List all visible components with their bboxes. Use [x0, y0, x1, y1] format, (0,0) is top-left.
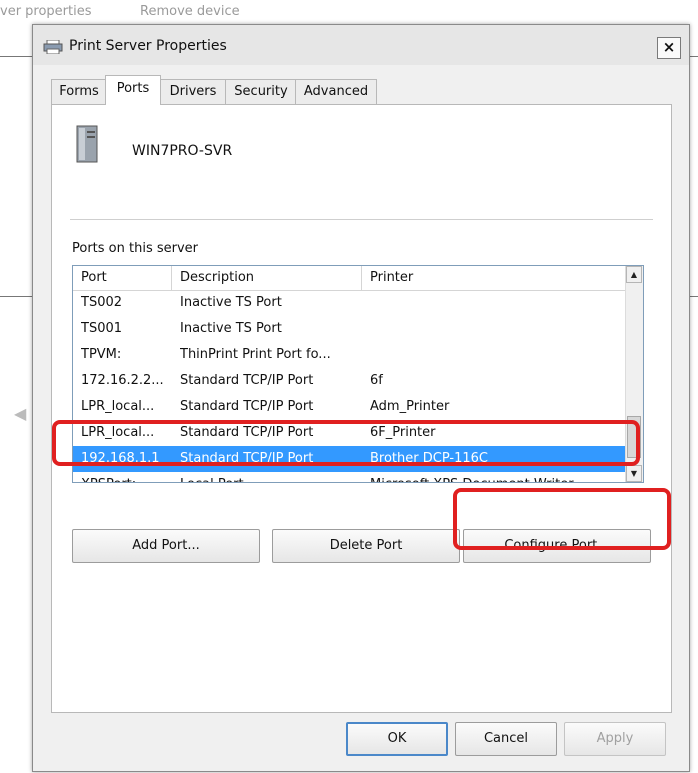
- print-server-properties-dialog: Print Server Properties × Forms Ports Dr…: [32, 24, 690, 772]
- port-row[interactable]: TPVM: ThinPrint Print Port fo...: [73, 342, 625, 368]
- ports-list-header: Port Description Printer: [73, 266, 625, 291]
- port-row[interactable]: LPR_local... Standard TCP/IP Port Adm_Prin…: [73, 394, 625, 420]
- ports-tab-panel: WIN7PRO-SVR Ports on this server Port De…: [51, 104, 672, 713]
- port-row-port: TS002: [81, 295, 123, 310]
- port-row-port: TS001: [81, 321, 123, 336]
- background-menu-item-properties[interactable]: ver properties: [0, 4, 92, 19]
- scroll-down-arrow-icon[interactable]: ▼: [626, 465, 642, 482]
- server-name: WIN7PRO-SVR: [132, 143, 233, 159]
- scroll-up-arrow-icon[interactable]: ▲: [626, 266, 642, 283]
- apply-button[interactable]: Apply: [564, 722, 666, 756]
- port-row-description: Inactive TS Port: [180, 295, 282, 310]
- port-row-description: Standard TCP/IP Port: [180, 373, 314, 388]
- port-row[interactable]: 172.16.2.2... Standard TCP/IP Port 6f: [73, 368, 625, 394]
- port-row[interactable]: TS001 Inactive TS Port: [73, 316, 625, 342]
- title-bar[interactable]: Print Server Properties ×: [33, 25, 689, 65]
- background-back-arrow-icon: ◀: [14, 404, 27, 423]
- separator: [70, 219, 653, 220]
- port-row-description: Inactive TS Port: [180, 321, 282, 336]
- port-row-description: Local Port: [180, 472, 360, 482]
- port-row-port: 172.16.2.2...: [81, 373, 164, 388]
- tab-ports[interactable]: Ports: [105, 75, 161, 105]
- highlight-configure-port: [453, 488, 671, 550]
- tab-forms[interactable]: Forms: [51, 79, 107, 104]
- highlight-selected-port: [52, 420, 640, 466]
- tab-advanced[interactable]: Advanced: [295, 79, 377, 104]
- column-header-printer[interactable]: Printer: [362, 266, 625, 290]
- ok-button[interactable]: OK: [346, 722, 448, 756]
- tab-drivers[interactable]: Drivers: [159, 79, 227, 104]
- background-divider-left-mid: [0, 296, 32, 297]
- port-row[interactable]: TS002 Inactive TS Port: [73, 290, 625, 316]
- cancel-button[interactable]: Cancel: [455, 722, 557, 756]
- port-row-port: TPVM:: [81, 347, 122, 362]
- port-row[interactable]: XPSPort: Local Port Microsoft XPS Document…: [73, 472, 625, 482]
- dialog-title: Print Server Properties: [69, 38, 227, 54]
- port-row-description: ThinPrint Print Port fo...: [180, 347, 331, 362]
- background-divider-left-top: [0, 56, 32, 57]
- delete-port-button[interactable]: Delete Port: [272, 529, 460, 563]
- port-row-port: LPR_local...: [81, 399, 155, 414]
- add-port-button[interactable]: Add Port...: [72, 529, 260, 563]
- port-row-printer: Microsoft XPS Document Writer: [370, 472, 622, 482]
- port-row-port: XPSPort:: [81, 472, 173, 482]
- column-header-port[interactable]: Port: [73, 266, 172, 290]
- port-row-description: Standard TCP/IP Port: [180, 399, 314, 414]
- printer-icon: [43, 40, 63, 54]
- port-row-printer: 6f: [370, 373, 383, 388]
- tab-security[interactable]: Security: [225, 79, 297, 104]
- port-row-printer: Adm_Printer: [370, 399, 450, 414]
- ports-on-server-label: Ports on this server: [72, 241, 199, 256]
- column-header-description[interactable]: Description: [172, 266, 362, 290]
- background-menu-item-remove-device[interactable]: Remove device: [140, 4, 240, 19]
- server-tower-icon: [76, 125, 98, 163]
- close-button[interactable]: ×: [657, 37, 681, 59]
